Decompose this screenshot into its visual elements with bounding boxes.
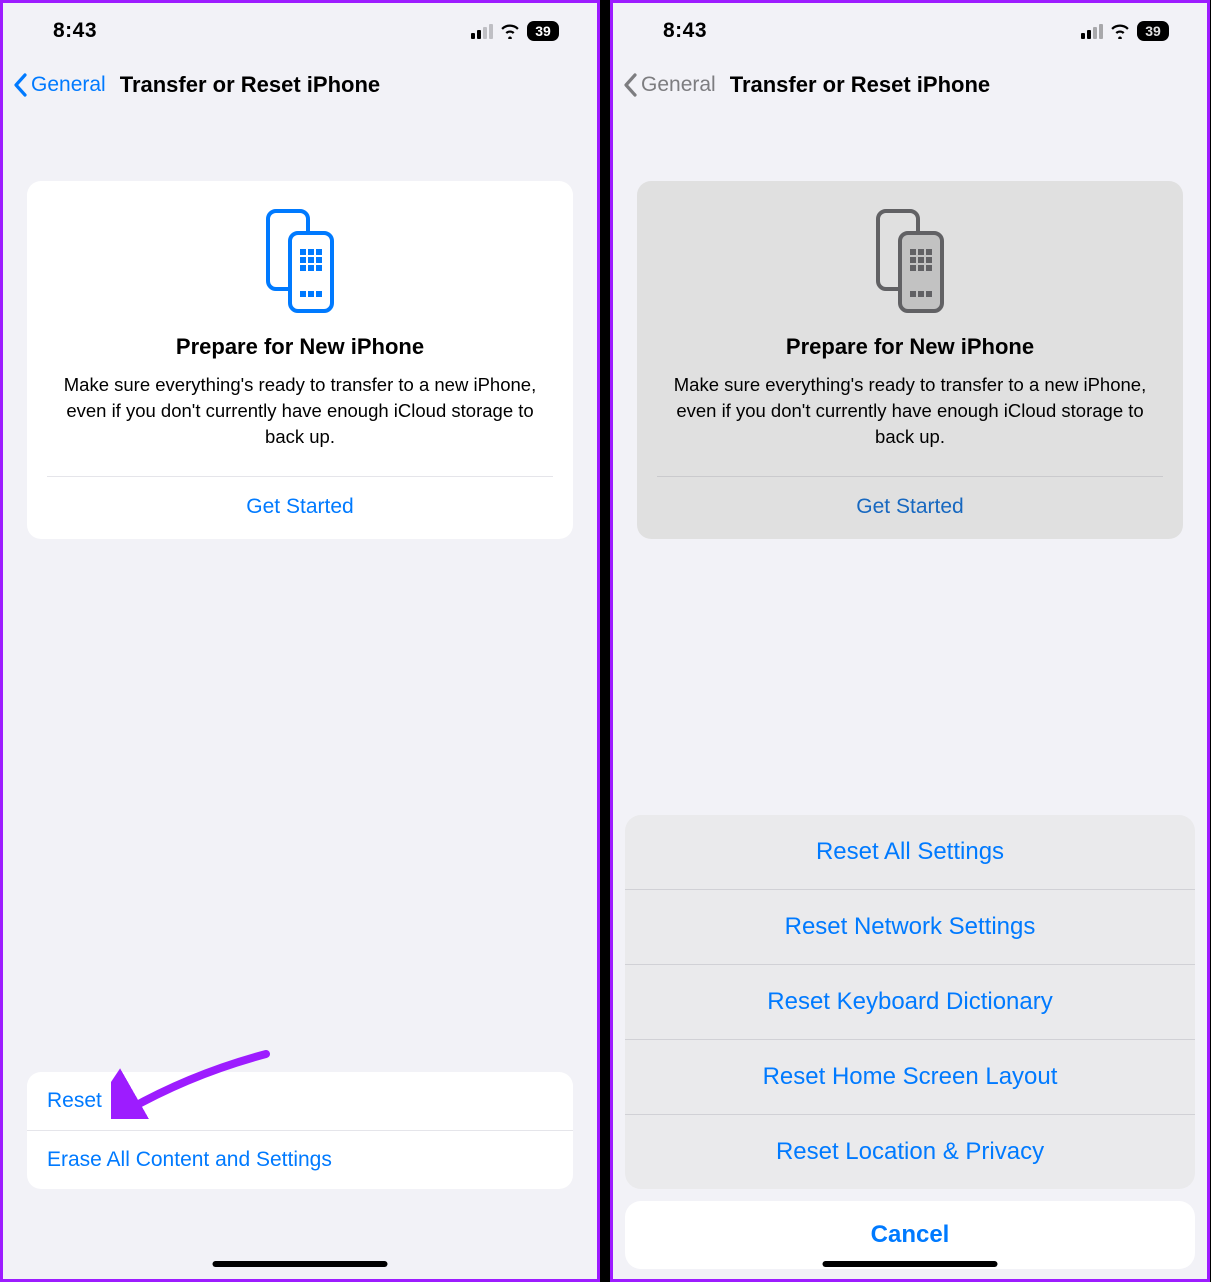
battery-icon: 39 — [527, 21, 559, 41]
back-label: General — [31, 73, 106, 97]
left-screenshot: 8:43 39 General Transfer or Reset iPhone — [0, 0, 600, 1282]
cellular-signal-icon — [1081, 24, 1103, 39]
wifi-icon — [500, 24, 520, 39]
prepare-card: Prepare for New iPhone Make sure everyth… — [27, 181, 573, 539]
reset-location-privacy-button[interactable]: Reset Location & Privacy — [625, 1114, 1195, 1189]
status-bar: 8:43 39 — [613, 3, 1207, 59]
status-icons: 39 — [471, 21, 559, 41]
wifi-icon — [1110, 24, 1130, 39]
reset-action-sheet: Reset All Settings Reset Network Setting… — [625, 815, 1195, 1269]
transfer-devices-icon — [260, 209, 340, 314]
card-description: Make sure everything's ready to transfer… — [47, 372, 553, 450]
reset-home-screen-layout-button[interactable]: Reset Home Screen Layout — [625, 1039, 1195, 1114]
navigation-bar: General Transfer or Reset iPhone — [613, 59, 1207, 111]
chevron-left-icon — [13, 73, 27, 97]
cancel-button[interactable]: Cancel — [625, 1201, 1195, 1269]
status-bar: 8:43 39 — [3, 3, 597, 59]
reset-keyboard-dictionary-button[interactable]: Reset Keyboard Dictionary — [625, 964, 1195, 1039]
status-time: 8:43 — [53, 19, 97, 43]
reset-network-settings-button[interactable]: Reset Network Settings — [625, 889, 1195, 964]
card-title: Prepare for New iPhone — [47, 334, 553, 360]
transfer-devices-icon — [870, 209, 950, 314]
erase-row[interactable]: Erase All Content and Settings — [27, 1130, 573, 1189]
home-indicator[interactable] — [213, 1261, 388, 1267]
status-icons: 39 — [1081, 21, 1169, 41]
bottom-options-list: Reset Erase All Content and Settings — [27, 1072, 573, 1189]
get-started-button: Get Started — [657, 477, 1163, 539]
status-time: 8:43 — [663, 19, 707, 43]
card-title: Prepare for New iPhone — [657, 334, 1163, 360]
page-title: Transfer or Reset iPhone — [730, 72, 990, 98]
back-button[interactable]: General — [13, 73, 106, 97]
reset-row[interactable]: Reset — [27, 1072, 573, 1130]
battery-icon: 39 — [1137, 21, 1169, 41]
reset-all-settings-button[interactable]: Reset All Settings — [625, 815, 1195, 889]
cellular-signal-icon — [471, 24, 493, 39]
prepare-card: Prepare for New iPhone Make sure everyth… — [637, 181, 1183, 539]
right-screenshot: 8:43 39 General Transfer or Reset iPhone — [610, 0, 1210, 1282]
back-label: General — [641, 73, 716, 97]
navigation-bar: General Transfer or Reset iPhone — [3, 59, 597, 111]
get-started-button[interactable]: Get Started — [47, 477, 553, 539]
card-description: Make sure everything's ready to transfer… — [657, 372, 1163, 450]
back-button: General — [623, 73, 716, 97]
sheet-options-group: Reset All Settings Reset Network Setting… — [625, 815, 1195, 1189]
chevron-left-icon — [623, 73, 637, 97]
home-indicator[interactable] — [823, 1261, 998, 1267]
page-title: Transfer or Reset iPhone — [120, 72, 380, 98]
